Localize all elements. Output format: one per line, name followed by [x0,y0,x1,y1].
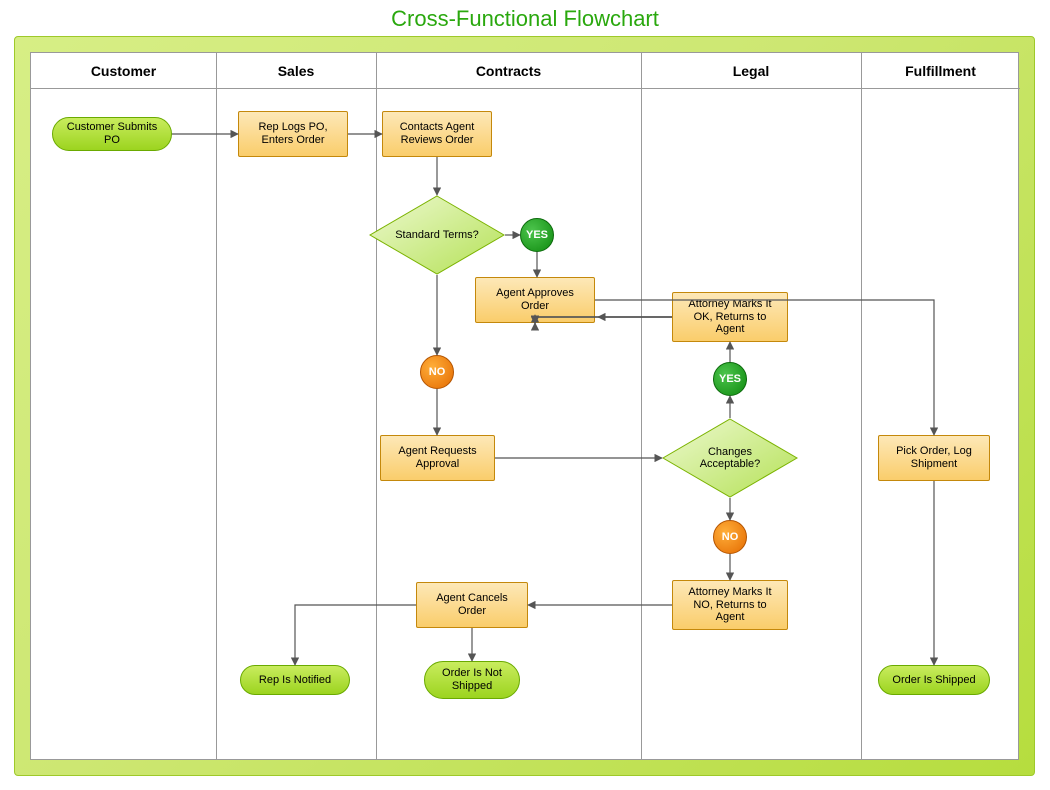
process-attorney-no: Attorney Marks It NO, Returns to Agent [672,580,788,630]
connector-no-1: NO [420,355,454,389]
process-agent-requests-approval: Agent Requests Approval [380,435,495,481]
connector-no-2: NO [713,520,747,554]
decision-changes-acceptable: Changes Acceptable? [662,418,798,498]
decision-label: Standard Terms? [369,195,505,275]
lane-header-contracts: Contracts [376,53,641,89]
connector-yes-2: YES [713,362,747,396]
lane-header-customer: Customer [31,53,216,89]
process-agent-cancels: Agent Cancels Order [416,582,528,628]
lane-divider [216,53,217,759]
decision-label: Changes Acceptable? [662,418,798,498]
lane-divider [641,53,642,759]
connector-yes-1: YES [520,218,554,252]
process-pick-order: Pick Order, Log Shipment [878,435,990,481]
lane-header-fulfillment: Fulfillment [861,53,1020,89]
lane-divider [861,53,862,759]
process-agent-approves: Agent Approves Order [475,277,595,323]
decision-standard-terms: Standard Terms? [369,195,505,275]
process-contacts-agent-reviews: Contacts Agent Reviews Order [382,111,492,157]
lane-header-sales: Sales [216,53,376,89]
process-rep-logs-po: Rep Logs PO, Enters Order [238,111,348,157]
terminator-rep-notified: Rep Is Notified [240,665,350,695]
lane-header-legal: Legal [641,53,861,89]
lane-divider [376,53,377,759]
swimlane-panel: Customer Sales Contracts Legal Fulfillme… [30,52,1019,760]
diagram-title: Cross-Functional Flowchart [0,6,1050,32]
process-attorney-ok: Attorney Marks It OK, Returns to Agent [672,292,788,342]
terminator-order-not-shipped: Order Is Not Shipped [424,661,520,699]
terminator-customer-submits-po: Customer Submits PO [52,117,172,151]
terminator-order-shipped: Order Is Shipped [878,665,990,695]
